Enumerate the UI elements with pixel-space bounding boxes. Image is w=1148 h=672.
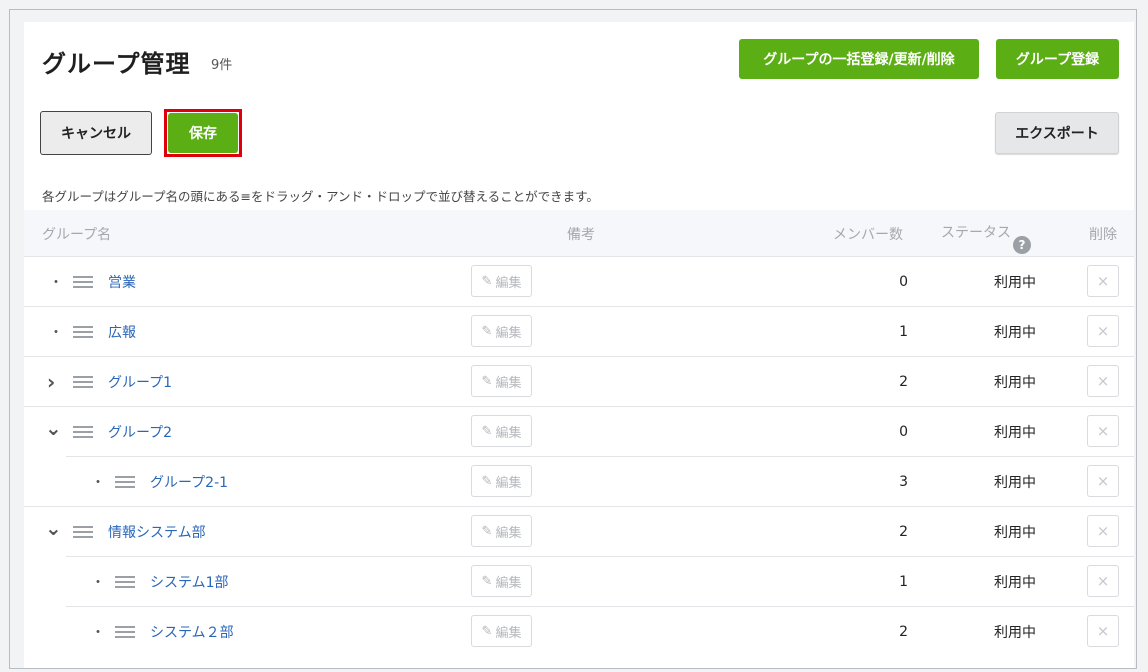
- edit-note-button[interactable]: ✎ 編集: [471, 365, 532, 397]
- member-count: 1: [899, 573, 908, 590]
- column-header-note: 備考: [567, 227, 595, 243]
- member-count: 2: [899, 373, 908, 390]
- edit-label: 編集: [495, 625, 522, 641]
- delete-close-icon[interactable]: ×: [1087, 265, 1119, 297]
- table-header: グループ名 備考 メンバー数 ステータス? 削除: [24, 210, 1134, 256]
- edit-note-button[interactable]: ✎ 編集: [471, 315, 532, 347]
- chevron-down-icon[interactable]: ⌄: [45, 416, 62, 440]
- pencil-icon: ✎: [481, 623, 493, 639]
- group-name-link[interactable]: グループ2: [108, 407, 172, 456]
- member-count: 2: [899, 523, 908, 540]
- drag-handle-icon[interactable]: [115, 625, 135, 638]
- edit-label: 編集: [495, 325, 522, 341]
- table-row[interactable]: ・ 営業 ✎ 編集 0 利用中 ×: [24, 256, 1134, 306]
- chevron-right-icon[interactable]: ›: [47, 370, 55, 394]
- edit-note-button[interactable]: ✎ 編集: [471, 465, 532, 497]
- group-name-link[interactable]: 広報: [108, 307, 136, 356]
- drag-hint-text: 各グループはグループ名の頭にある≡をドラッグ・アンド・ドロップで並び替えることが…: [42, 189, 599, 204]
- table-row[interactable]: ⌄ 情報システム部 ✎ 編集 2 利用中 ×: [24, 506, 1134, 556]
- status-text: 利用中: [994, 524, 1036, 541]
- edit-note-button[interactable]: ✎ 編集: [471, 515, 532, 547]
- status-text: 利用中: [994, 324, 1036, 341]
- column-header-members: メンバー数: [833, 227, 903, 243]
- bulk-register-button[interactable]: グループの一括登録/更新/削除: [739, 39, 979, 79]
- bullet-icon: ・: [49, 274, 63, 291]
- export-button[interactable]: エクスポート: [995, 112, 1119, 154]
- chevron-down-icon[interactable]: ⌄: [45, 516, 62, 540]
- bullet-icon: ・: [49, 324, 63, 341]
- table-row[interactable]: ⌄ グループ2 ✎ 編集 0 利用中 ×: [24, 406, 1134, 456]
- drag-handle-icon[interactable]: [73, 275, 93, 288]
- table-row[interactable]: ・ システム1部 ✎ 編集 1 利用中 ×: [66, 556, 1134, 606]
- member-count: 3: [899, 473, 908, 490]
- status-text: 利用中: [994, 424, 1036, 441]
- delete-close-icon[interactable]: ×: [1087, 465, 1119, 497]
- drag-handle-icon[interactable]: [115, 475, 135, 488]
- group-name-link[interactable]: 営業: [108, 257, 136, 306]
- edit-note-button[interactable]: ✎ 編集: [471, 415, 532, 447]
- drag-handle-icon[interactable]: [115, 575, 135, 588]
- status-text: 利用中: [994, 374, 1036, 391]
- column-header-name: グループ名: [42, 227, 112, 243]
- delete-close-icon[interactable]: ×: [1087, 615, 1119, 647]
- edit-note-button[interactable]: ✎ 編集: [471, 265, 532, 297]
- table-row[interactable]: ・ グループ2-1 ✎ 編集 3 利用中 ×: [66, 456, 1134, 506]
- status-text: 利用中: [994, 574, 1036, 591]
- edit-label: 編集: [495, 425, 522, 441]
- edit-label: 編集: [495, 475, 522, 491]
- group-name-link[interactable]: グループ1: [108, 357, 172, 406]
- status-text: 利用中: [994, 624, 1036, 641]
- pencil-icon: ✎: [481, 273, 493, 289]
- member-count: 0: [899, 273, 908, 290]
- edit-label: 編集: [495, 375, 522, 391]
- table-row[interactable]: ・ システム２部 ✎ 編集 2 利用中 ×: [66, 606, 1134, 656]
- member-count: 1: [899, 323, 908, 340]
- save-button-highlight: [164, 109, 242, 157]
- help-icon[interactable]: ?: [1013, 236, 1031, 254]
- register-group-button[interactable]: グループ登録: [996, 39, 1119, 79]
- group-count: 9件: [211, 58, 233, 73]
- group-name-link[interactable]: システム1部: [150, 557, 229, 606]
- pencil-icon: ✎: [481, 573, 493, 589]
- delete-close-icon[interactable]: ×: [1087, 365, 1119, 397]
- drag-handle-icon[interactable]: [73, 325, 93, 338]
- status-text: 利用中: [994, 274, 1036, 291]
- pencil-icon: ✎: [481, 373, 493, 389]
- status-text: 利用中: [994, 474, 1036, 491]
- drag-handle-icon[interactable]: [73, 425, 93, 438]
- bullet-icon: ・: [91, 574, 105, 591]
- pencil-icon: ✎: [481, 523, 493, 539]
- delete-close-icon[interactable]: ×: [1087, 315, 1119, 347]
- pencil-icon: ✎: [481, 323, 493, 339]
- drag-handle-icon[interactable]: [73, 525, 93, 538]
- page-title: グループ管理: [42, 50, 191, 78]
- bullet-icon: ・: [91, 624, 105, 641]
- table-row[interactable]: › グループ1 ✎ 編集 2 利用中 ×: [24, 356, 1134, 406]
- edit-label: 編集: [495, 525, 522, 541]
- column-header-status-wrap: ステータス?: [941, 222, 1031, 254]
- pencil-icon: ✎: [481, 423, 493, 439]
- group-name-link[interactable]: 情報システム部: [108, 507, 206, 556]
- table-row[interactable]: ・ 広報 ✎ 編集 1 利用中 ×: [24, 306, 1134, 356]
- cancel-button[interactable]: キャンセル: [40, 111, 152, 155]
- group-management-panel: グループ管理 9件 グループの一括登録/更新/削除 グループ登録 キャンセル 保…: [24, 22, 1134, 668]
- edit-label: 編集: [495, 575, 522, 591]
- delete-close-icon[interactable]: ×: [1087, 415, 1119, 447]
- delete-close-icon[interactable]: ×: [1087, 515, 1119, 547]
- member-count: 2: [899, 623, 908, 640]
- bullet-icon: ・: [91, 474, 105, 491]
- edit-note-button[interactable]: ✎ 編集: [471, 615, 532, 647]
- edit-label: 編集: [495, 275, 522, 291]
- group-name-link[interactable]: グループ2-1: [150, 457, 228, 506]
- drag-handle-icon[interactable]: [73, 375, 93, 388]
- member-count: 0: [899, 423, 908, 440]
- pencil-icon: ✎: [481, 473, 493, 489]
- column-header-status: ステータス: [941, 225, 1011, 241]
- edit-note-button[interactable]: ✎ 編集: [471, 565, 532, 597]
- delete-close-icon[interactable]: ×: [1087, 565, 1119, 597]
- window-frame: グループ管理 9件 グループの一括登録/更新/削除 グループ登録 キャンセル 保…: [9, 9, 1137, 669]
- column-header-delete: 削除: [1089, 227, 1117, 243]
- group-name-link[interactable]: システム２部: [150, 607, 234, 656]
